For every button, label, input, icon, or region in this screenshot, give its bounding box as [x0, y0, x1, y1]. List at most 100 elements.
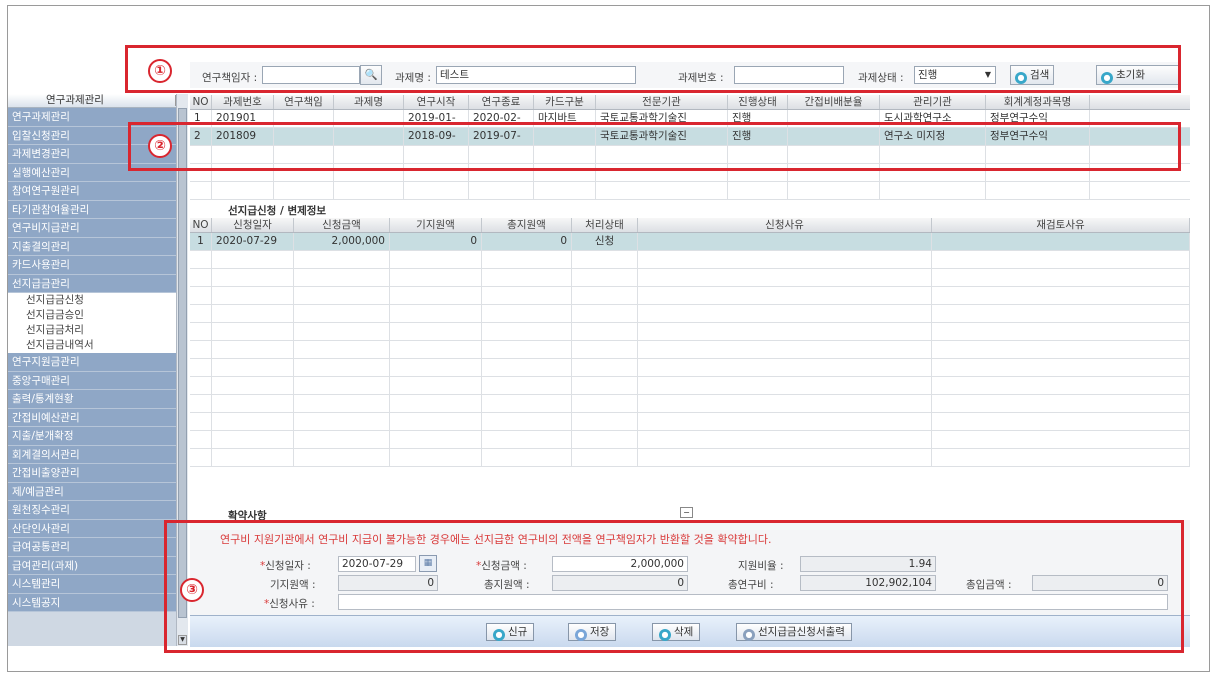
table-cell [212, 182, 274, 199]
table-row[interactable] [190, 341, 1190, 359]
sidebar-item[interactable]: 참여연구원관리 [8, 182, 176, 201]
sidebar-subitem[interactable]: 선지급금내역서 [8, 338, 176, 353]
column-header[interactable]: 간접비배분율 [788, 95, 880, 109]
sidebar-item[interactable]: 제/예금관리 [8, 482, 176, 501]
column-header[interactable]: 진행상태 [728, 95, 788, 109]
table-cell [932, 341, 1190, 358]
column-header[interactable]: 과제명 [334, 95, 404, 109]
column-header[interactable]: NO [190, 95, 212, 109]
table-cell [572, 323, 638, 340]
table-row[interactable] [190, 305, 1190, 323]
sidebar-item[interactable]: 타기관참여율관리 [8, 200, 176, 219]
sidebar-item[interactable]: 시스템공지 [8, 593, 176, 612]
sidebar-item[interactable]: 중앙구매관리 [8, 371, 176, 390]
sidebar-item[interactable]: 산단인사관리 [8, 519, 176, 538]
column-header[interactable]: 처리상태 [572, 218, 638, 232]
column-header[interactable]: 연구책임 [274, 95, 334, 109]
table-cell [390, 269, 482, 286]
table-row[interactable] [190, 413, 1190, 431]
column-header[interactable]: 신청사유 [638, 218, 932, 232]
table-cell [596, 182, 728, 199]
table-cell [482, 305, 572, 322]
table-cell [190, 431, 212, 448]
column-header[interactable]: NO [190, 218, 212, 232]
column-header[interactable]: 카드구분 [534, 95, 596, 109]
table-row[interactable] [190, 377, 1190, 395]
table-cell [482, 449, 572, 466]
table-cell [390, 287, 482, 304]
table-cell [294, 287, 390, 304]
sidebar-header[interactable]: 연구과제관리 ▼ [8, 94, 188, 108]
table-cell [190, 287, 212, 304]
table-cell [482, 269, 572, 286]
column-header[interactable]: 연구종료 [469, 95, 534, 109]
column-header[interactable]: 신청금액 [294, 218, 390, 232]
table-cell [334, 182, 404, 199]
sidebar-item[interactable]: 급여관리(과제) [8, 556, 176, 575]
column-header[interactable]: 전문기관 [596, 95, 728, 109]
table-cell [390, 413, 482, 430]
collapse-icon[interactable]: − [680, 507, 693, 518]
sidebar-subitem[interactable]: 선지급금처리 [8, 323, 176, 338]
sidebar-item[interactable]: 원천징수관리 [8, 501, 176, 520]
table-cell [572, 269, 638, 286]
table-cell [190, 341, 212, 358]
table-row[interactable] [190, 431, 1190, 449]
table-row[interactable] [190, 182, 1190, 200]
table-cell [190, 305, 212, 322]
column-header[interactable]: 연구시작 [404, 95, 469, 109]
table-row[interactable] [190, 395, 1190, 413]
sidebar-item[interactable]: 급여공통관리 [8, 538, 176, 557]
table-cell [572, 341, 638, 358]
column-header[interactable]: 회계계정과목명 [986, 95, 1090, 109]
column-header[interactable]: 과제번호 [212, 95, 274, 109]
table-cell [390, 323, 482, 340]
table-cell [986, 182, 1090, 199]
sidebar-item[interactable]: 연구지원금관리 [8, 353, 176, 372]
table-cell [294, 359, 390, 376]
table-cell [482, 395, 572, 412]
column-header[interactable]: 신청일자 [212, 218, 294, 232]
table-cell [390, 449, 482, 466]
table-row[interactable] [190, 269, 1190, 287]
sidebar-item[interactable]: 간접비출양관리 [8, 464, 176, 483]
table-row[interactable] [190, 287, 1190, 305]
table-cell [190, 449, 212, 466]
table-cell [638, 233, 932, 250]
table-cell [294, 449, 390, 466]
sidebar-item[interactable]: 시스템관리 [8, 575, 176, 594]
sidebar-item[interactable]: 지출/분개확정 [8, 427, 176, 446]
table-row[interactable] [190, 359, 1190, 377]
sidebar-item[interactable]: 회계결의서관리 [8, 445, 176, 464]
table-row[interactable] [190, 323, 1190, 341]
sidebar-item[interactable]: 연구비지급관리 [8, 219, 176, 238]
table-row[interactable] [190, 449, 1190, 467]
sidebar-subitem[interactable]: 선지급금승인 [8, 308, 176, 323]
advance-grid-header: NO 신청일자 신청금액 기지원액 총지원액 처리상태 신청사유 재검토사유 [190, 218, 1190, 233]
column-header[interactable]: 재검토사유 [932, 218, 1190, 232]
table-cell [390, 377, 482, 394]
table-cell [482, 413, 572, 430]
sidebar-item[interactable]: 출력/통계현황 [8, 390, 176, 409]
table-cell [482, 431, 572, 448]
table-cell [638, 269, 932, 286]
table-cell [482, 251, 572, 268]
table-row[interactable]: 1 2020-07-29 2,000,000 0 0 신청 [190, 233, 1190, 251]
annotation-marker-1: ① [148, 59, 172, 83]
table-cell [212, 395, 294, 412]
table-cell [638, 413, 932, 430]
column-header[interactable]: 관리기관 [880, 95, 986, 109]
sidebar-item[interactable]: 간접비예산관리 [8, 408, 176, 427]
table-row[interactable] [190, 251, 1190, 269]
sidebar-item[interactable]: 카드사용관리 [8, 256, 176, 275]
table-cell [469, 182, 534, 199]
table-cell [932, 305, 1190, 322]
column-header[interactable]: 기지원액 [390, 218, 482, 232]
sidebar-subitem[interactable]: 선지급금신청 [8, 293, 176, 308]
table-cell [572, 413, 638, 430]
table-cell [294, 431, 390, 448]
advance-section-title: 선지급신청 / 변제정보 [228, 205, 327, 217]
sidebar-item[interactable]: 지출결의관리 [8, 237, 176, 256]
sidebar-item[interactable]: 선지급금관리 [8, 274, 176, 293]
column-header[interactable]: 총지원액 [482, 218, 572, 232]
